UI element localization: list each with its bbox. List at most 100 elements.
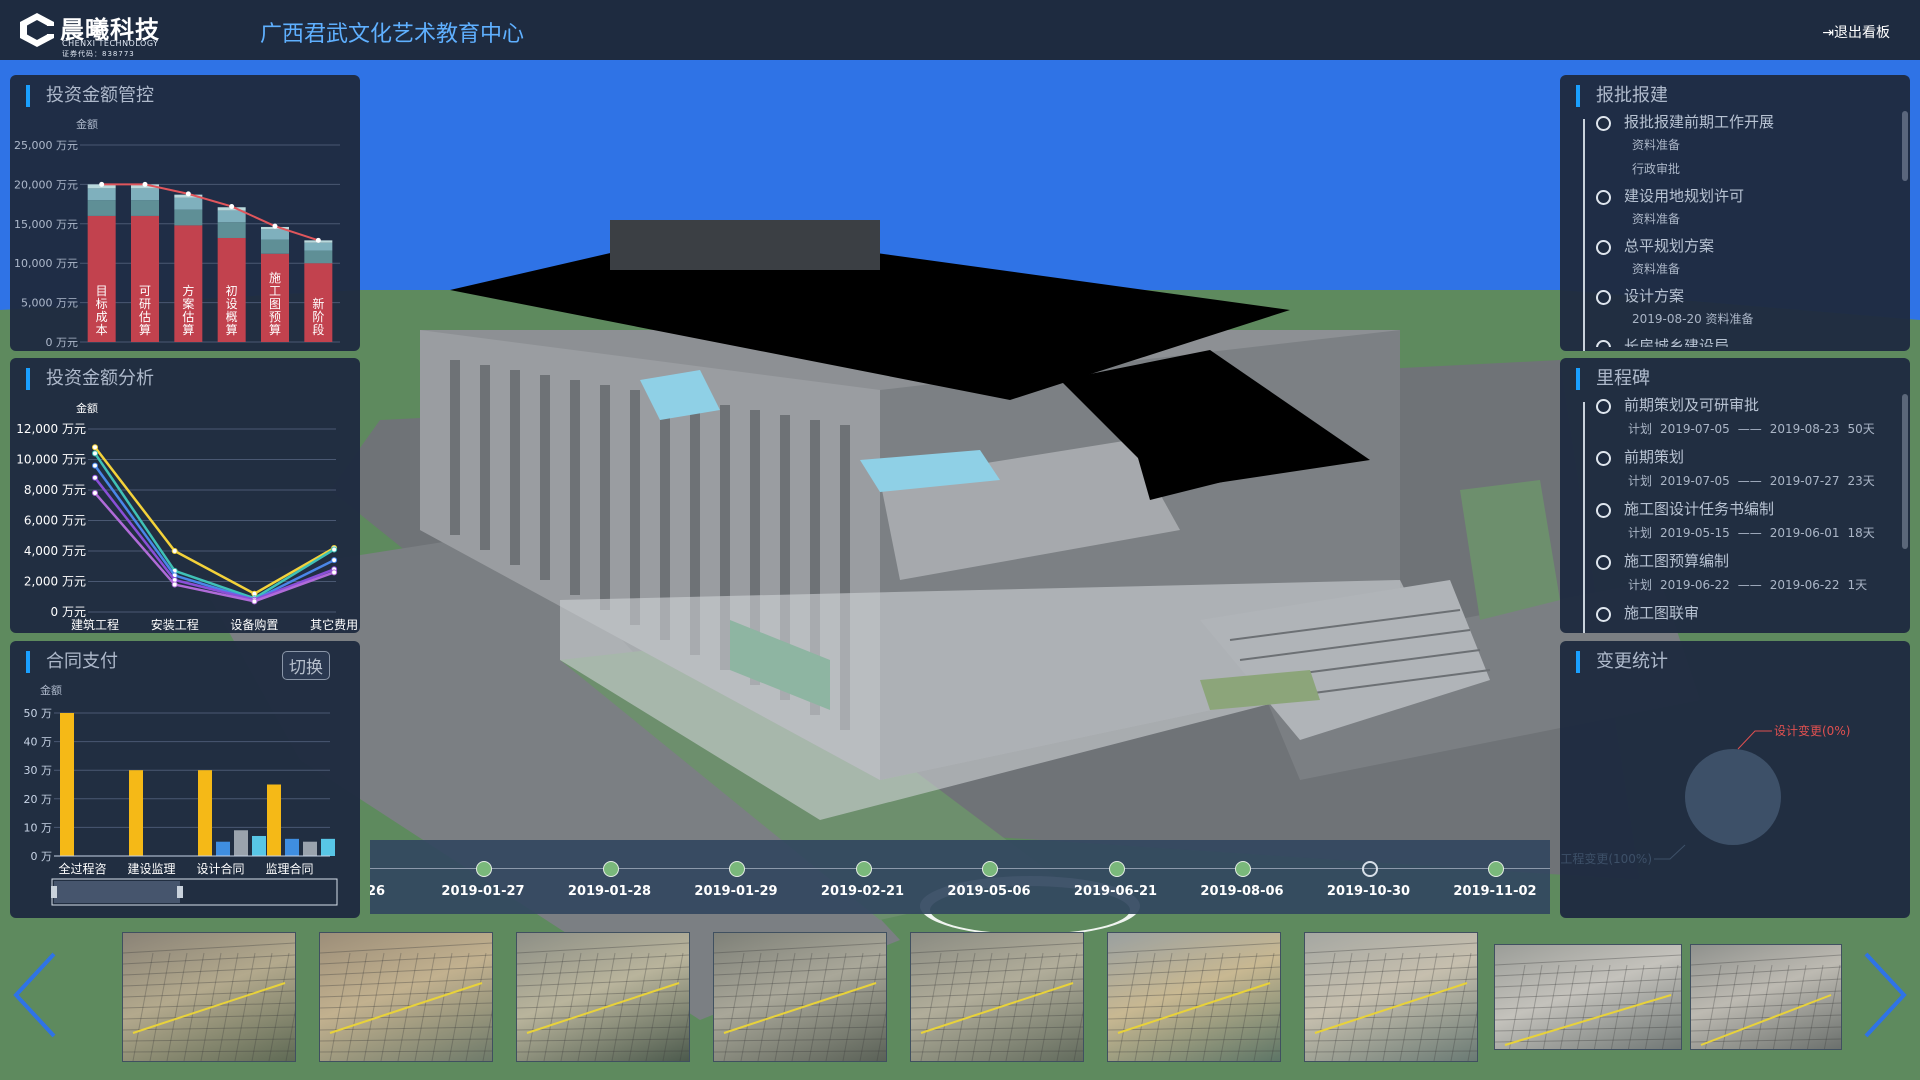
rebar-line [911, 942, 1083, 954]
y-tick-label: 30 万 [24, 764, 53, 777]
rebar-line [1168, 952, 1190, 1061]
date-node[interactable] [1488, 861, 1504, 877]
rebar-line [714, 1038, 886, 1042]
contract-payment-ylabel: 金额 [40, 683, 62, 697]
prev-arrow-icon[interactable] [10, 950, 60, 1040]
approval-timeline: 报批报建前期工作开展 资料准备 行政审批 建设用地规划许可 资料准备 总平规划方案 资料准备… [1580, 111, 1896, 347]
rebar-line [1806, 964, 1824, 1049]
plan-days: 18天 [1847, 526, 1875, 540]
date-label[interactable]: 2019-11-02 [1453, 884, 1536, 899]
logo-stock-code: 证券代码：838773 [62, 50, 135, 58]
exit-dashboard-button[interactable]: ⇥退出看板 [1822, 22, 1890, 42]
date-node[interactable] [476, 861, 492, 877]
rebar-line [714, 1050, 886, 1053]
y-tick-label: 20,000 万元 [14, 178, 78, 191]
company-logo: 晨曦科技 CHENXI TECHNOLOGY 证券代码：838773 [18, 10, 178, 58]
category-label: 新阶段 [312, 296, 324, 337]
rebar-line [1691, 954, 1841, 966]
rebar-line [1467, 1009, 1477, 1061]
bar-segment [87, 188, 116, 201]
trend-point [315, 237, 321, 243]
date-label[interactable]: 2019-01-27 [441, 884, 524, 899]
date-node[interactable] [1361, 861, 1378, 877]
category-char: 成 [96, 310, 108, 324]
y-tick-label: 0 万 [31, 850, 53, 863]
invest-analysis-chart: 金额 12,000 万元 10,000 万元 8,000 万元 6,000 万元 4,0… [16, 401, 358, 632]
rebar-line [1495, 978, 1681, 988]
rebar-line [1108, 942, 1280, 954]
rebar-line [1559, 964, 1577, 1049]
rebar-line [911, 1050, 1083, 1053]
y-tick-label: 40 万 [24, 736, 53, 749]
site-photo[interactable] [1690, 944, 1842, 1050]
rebar-line [1108, 954, 1280, 965]
date-label[interactable]: 2019-01-29 [694, 884, 777, 899]
date-node[interactable] [982, 861, 998, 877]
rebar-line [320, 1038, 492, 1042]
site-photo[interactable] [516, 932, 690, 1062]
series-point [171, 548, 178, 554]
photo-texture [1305, 942, 1477, 1061]
milestone-item-title: 施工图预算编制 [1624, 552, 1730, 570]
rebar-line [517, 942, 689, 954]
date-label[interactable]: 2019-01-28 [568, 884, 651, 899]
milestone-item-title: 前期策划及可研审批 [1624, 396, 1760, 414]
photo-texture [714, 942, 886, 1061]
date-label[interactable]: 2019-06-21 [1074, 884, 1157, 899]
pie-leader-line [1737, 730, 1772, 750]
date-node[interactable] [1235, 861, 1251, 877]
rebar-line [1270, 1009, 1280, 1061]
rebar-line [217, 952, 239, 1061]
date-node[interactable] [602, 861, 619, 877]
site-photo[interactable] [319, 932, 493, 1062]
y-tick-label: 25,000 万元 [14, 139, 78, 152]
plan-end: 2019-06-22 [1769, 578, 1840, 592]
site-photo[interactable] [1107, 932, 1281, 1062]
series-point [331, 569, 338, 576]
series-point [92, 490, 98, 497]
milestone-item-title: 施工图联审 [1624, 604, 1700, 622]
date-label[interactable]: 2019-05-06 [947, 884, 1030, 899]
category-char: 方 [182, 283, 194, 298]
rebar-line [1576, 964, 1594, 1049]
data-zoom-left-handle[interactable] [51, 886, 57, 898]
data-zoom-window[interactable] [54, 881, 180, 903]
timeline-dot-icon [1596, 607, 1611, 622]
site-photo[interactable] [1494, 944, 1682, 1050]
category-char: 设 [226, 297, 238, 311]
rebar-line [482, 1009, 492, 1061]
date-node[interactable] [729, 861, 745, 877]
site-photo[interactable] [713, 932, 887, 1062]
site-photo[interactable] [910, 932, 1084, 1062]
site-photo[interactable] [1304, 932, 1478, 1062]
date-node[interactable] [1108, 861, 1125, 877]
category-label: 方案估算 [182, 283, 194, 337]
site-photo[interactable] [122, 932, 296, 1062]
y-tick-label: 50 万 [24, 707, 53, 720]
date-label[interactable]: 2019-02-21 [821, 884, 904, 899]
bar-segment [261, 229, 289, 240]
rebar-line [517, 954, 689, 965]
data-zoom-right-handle[interactable] [177, 886, 183, 898]
rebar-line [1508, 964, 1526, 1049]
bar-segment [217, 210, 246, 223]
category-char: 可 [139, 284, 151, 298]
date-node[interactable] [855, 861, 872, 877]
rebar-line [679, 1009, 689, 1061]
approval-scrollbar[interactable] [1902, 111, 1908, 181]
rebar-line [1610, 964, 1628, 1049]
category-char: 算 [182, 322, 194, 337]
date-label[interactable]: 2019-08-06 [1200, 884, 1283, 899]
plan-separator: —— [1737, 474, 1762, 488]
rebar-line [1305, 1050, 1477, 1053]
photo-texture [517, 942, 689, 1061]
date-label[interactable]: 2019-10-30 [1327, 884, 1410, 899]
next-arrow-icon[interactable] [1860, 950, 1910, 1040]
date-timeline: 26 2019-01-27 2019-01-28 2019-01-29 2019-02… [370, 840, 1550, 914]
category-char: 算 [226, 322, 238, 337]
milestone-scrollbar[interactable] [1902, 394, 1908, 549]
plan-label: 计划 [1628, 422, 1653, 436]
milestone-item: 施工图预算编制 计划 2019-06-22 —— 2019-06-22 1天 [1580, 550, 1896, 598]
timeline-dot-icon [1596, 503, 1611, 518]
rebar-line [1644, 964, 1662, 1049]
